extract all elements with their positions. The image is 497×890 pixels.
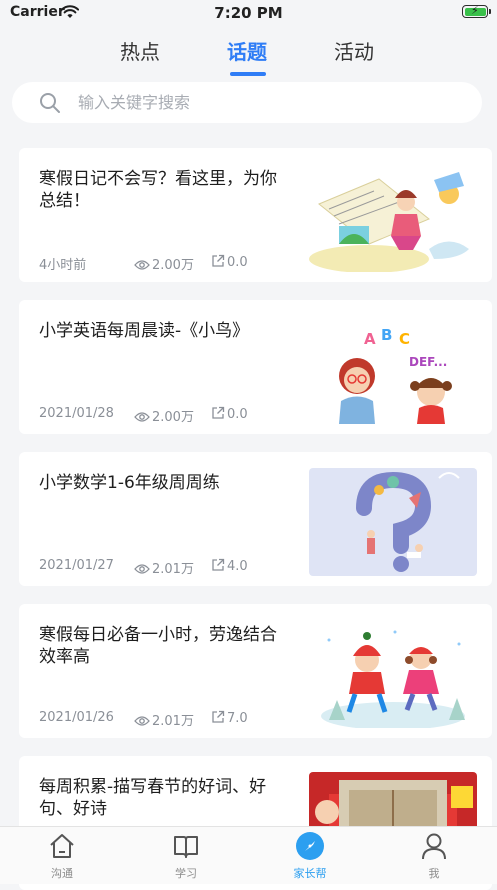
article-date: 2021/01/26: [39, 710, 114, 725]
share-icon: [212, 254, 225, 267]
user-icon: [422, 833, 446, 860]
shares-value: 4.0: [227, 559, 248, 574]
active-tab-indicator: [230, 72, 266, 76]
shares-value: 0.0: [227, 407, 248, 422]
tab-topics[interactable]: 话题: [227, 36, 267, 65]
eye-icon: [134, 412, 150, 422]
article-date: 2021/01/27: [39, 558, 114, 573]
article-thumbnail: [309, 164, 477, 272]
tabbar-label: 学习: [175, 867, 197, 880]
svg-text:C: C: [399, 330, 410, 348]
article-title: 小学数学1-6年级周周练: [39, 473, 220, 493]
status-bar: Carrier 7:20 PM ⚡: [0, 0, 497, 26]
view-count: 2.00万: [134, 406, 194, 425]
article-card[interactable]: 小学数学1-6年级周周练 2021/01/27 2.01万 4.0: [19, 452, 492, 586]
tabbar-item-me[interactable]: 我: [394, 827, 474, 884]
english-teacher-illustration-icon: A B C DEF...: [309, 316, 477, 424]
views-value: 2.00万: [152, 410, 194, 425]
clock: 7:20 PM: [214, 4, 283, 22]
svg-text:A: A: [364, 330, 376, 348]
views-value: 2.01万: [152, 562, 194, 577]
share-icon: [212, 558, 225, 571]
article-thumbnail: A B C DEF...: [309, 316, 477, 424]
tabbar-item-parent-help[interactable]: 家长帮: [270, 827, 350, 884]
shares-value: 0.0: [227, 255, 248, 270]
article-title: 寒假日记不会写？看这里，为你总结！: [39, 169, 277, 211]
diary-illustration-icon: [309, 164, 477, 272]
article-card[interactable]: 小学英语每周晨读-《小鸟》 2021/01/28 2.00万 0.0 A B C…: [19, 300, 492, 434]
tabbar-item-study[interactable]: 学习: [146, 827, 226, 884]
svg-text:DEF...: DEF...: [409, 355, 447, 369]
share-icon: [212, 406, 225, 419]
share-count: 4.0: [211, 558, 248, 574]
shares-value: 7.0: [227, 711, 248, 726]
view-count: 2.01万: [134, 558, 194, 577]
tab-activities[interactable]: 活动: [334, 36, 374, 65]
search-input[interactable]: [78, 90, 458, 114]
share-count: 0.0: [211, 254, 248, 270]
svg-text:B: B: [381, 326, 392, 344]
eye-icon: [134, 260, 150, 270]
view-count: 2.01万: [134, 710, 194, 729]
views-value: 2.01万: [152, 714, 194, 729]
search-icon: [39, 92, 61, 118]
article-date: 4小时前: [39, 258, 87, 273]
eye-icon: [134, 716, 150, 726]
article-date: 2021/01/28: [39, 406, 114, 421]
math-question-illustration-icon: [309, 468, 477, 576]
eye-icon: [134, 564, 150, 574]
share-icon: [212, 710, 225, 723]
article-title: 寒假每日必备一小时，劳逸结合效率高: [39, 625, 277, 667]
bottom-tab-bar: 沟通 学习 家长帮 我: [0, 826, 497, 884]
share-count: 0.0: [211, 406, 248, 422]
share-count: 7.0: [211, 710, 248, 726]
search-bar[interactable]: [12, 82, 482, 123]
book-icon: [174, 836, 198, 858]
tabbar-label: 我: [428, 867, 440, 880]
article-title: 小学英语每周晨读-《小鸟》: [39, 321, 250, 341]
tabbar-item-communicate[interactable]: 沟通: [22, 827, 102, 884]
article-card[interactable]: 寒假每日必备一小时，劳逸结合效率高 2021/01/26 2.01万 7.0: [19, 604, 492, 738]
battery-icon: ⚡: [462, 4, 488, 18]
top-tabs: 热点 话题 活动: [0, 30, 497, 80]
tabbar-label: 沟通: [51, 867, 73, 880]
tab-hot[interactable]: 热点: [120, 36, 160, 65]
article-thumbnail: [309, 468, 477, 576]
views-value: 2.00万: [152, 258, 194, 273]
battery-cap: [489, 9, 491, 14]
article-thumbnail: [309, 620, 477, 728]
article-title: 每周积累-描写春节的好词、好句、好诗: [39, 777, 267, 819]
article-card[interactable]: 寒假日记不会写？看这里，为你总结！ 4小时前 2.00万 0.0: [19, 148, 492, 282]
skating-kids-illustration-icon: [309, 620, 477, 728]
home-icon: [50, 834, 74, 858]
view-count: 2.00万: [134, 254, 194, 273]
compass-icon: [296, 832, 324, 860]
tabbar-label: 家长帮: [293, 867, 327, 880]
